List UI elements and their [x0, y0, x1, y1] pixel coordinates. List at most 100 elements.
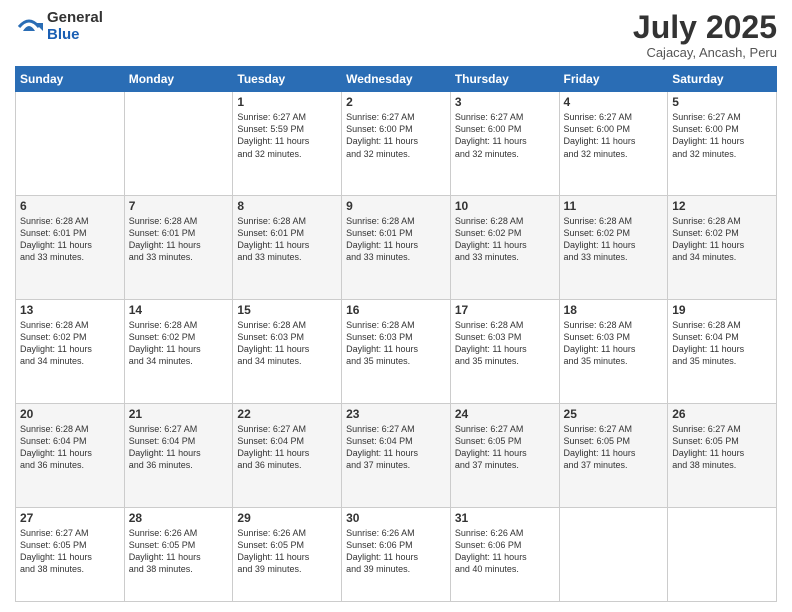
calendar-cell: 29 Sunrise: 6:26 AMSunset: 6:05 PMDayligh… — [233, 507, 342, 601]
cell-details: Sunrise: 6:26 AMSunset: 6:05 PMDaylight:… — [237, 527, 337, 576]
day-number: 10 — [455, 199, 555, 213]
day-number: 14 — [129, 303, 229, 317]
cell-details: Sunrise: 6:26 AMSunset: 6:06 PMDaylight:… — [455, 527, 555, 576]
calendar-cell: 3 Sunrise: 6:27 AMSunset: 6:00 PMDaylight… — [450, 92, 559, 196]
header-row: SundayMondayTuesdayWednesdayThursdayFrid… — [16, 67, 777, 92]
calendar-cell: 23 Sunrise: 6:27 AMSunset: 6:04 PMDayligh… — [342, 403, 451, 507]
calendar-week-row: 27 Sunrise: 6:27 AMSunset: 6:05 PMDayligh… — [16, 507, 777, 601]
cell-details: Sunrise: 6:28 AMSunset: 6:01 PMDaylight:… — [237, 215, 337, 264]
day-number: 5 — [672, 95, 772, 109]
cell-details: Sunrise: 6:27 AMSunset: 6:05 PMDaylight:… — [672, 423, 772, 472]
cell-details: Sunrise: 6:27 AMSunset: 6:04 PMDaylight:… — [129, 423, 229, 472]
calendar-cell — [124, 92, 233, 196]
cell-details: Sunrise: 6:28 AMSunset: 6:01 PMDaylight:… — [346, 215, 446, 264]
day-number: 31 — [455, 511, 555, 525]
cell-details: Sunrise: 6:26 AMSunset: 6:05 PMDaylight:… — [129, 527, 229, 576]
day-of-week-header: Saturday — [668, 67, 777, 92]
calendar-cell: 30Sunrise: 6:26 AMSunset: 6:06 PMDayligh… — [342, 507, 451, 601]
calendar-cell: 4 Sunrise: 6:27 AMSunset: 6:00 PMDaylight… — [559, 92, 668, 196]
cell-details: Sunrise: 6:27 AMSunset: 6:05 PMDaylight:… — [20, 527, 120, 576]
calendar-cell: 22 Sunrise: 6:27 AMSunset: 6:04 PMDayligh… — [233, 403, 342, 507]
calendar-cell: 20 Sunrise: 6:28 AMSunset: 6:04 PMDayligh… — [16, 403, 125, 507]
calendar-cell: 19Sunrise: 6:28 AMSunset: 6:04 PMDayligh… — [668, 299, 777, 403]
day-number: 16 — [346, 303, 446, 317]
cell-details: Sunrise: 6:28 AMSunset: 6:03 PMDaylight:… — [237, 319, 337, 368]
day-of-week-header: Wednesday — [342, 67, 451, 92]
day-number: 22 — [237, 407, 337, 421]
day-of-week-header: Thursday — [450, 67, 559, 92]
day-number: 4 — [564, 95, 664, 109]
logo-icon — [15, 13, 43, 41]
day-number: 15 — [237, 303, 337, 317]
calendar-cell: 25Sunrise: 6:27 AMSunset: 6:05 PMDayligh… — [559, 403, 668, 507]
calendar-cell: 21 Sunrise: 6:27 AMSunset: 6:04 PMDayligh… — [124, 403, 233, 507]
day-number: 3 — [455, 95, 555, 109]
page: General Blue July 2025 Cajacay, Ancash, … — [0, 0, 792, 612]
cell-details: Sunrise: 6:28 AMSunset: 6:02 PMDaylight:… — [129, 319, 229, 368]
cell-details: Sunrise: 6:28 AMSunset: 6:03 PMDaylight:… — [346, 319, 446, 368]
calendar-cell: 26 Sunrise: 6:27 AMSunset: 6:05 PMDayligh… — [668, 403, 777, 507]
cell-details: Sunrise: 6:28 AMSunset: 6:03 PMDaylight:… — [564, 319, 664, 368]
calendar-cell: 7Sunrise: 6:28 AMSunset: 6:01 PMDaylight… — [124, 196, 233, 300]
day-number: 21 — [129, 407, 229, 421]
day-number: 12 — [672, 199, 772, 213]
day-number: 19 — [672, 303, 772, 317]
calendar-cell: 27 Sunrise: 6:27 AMSunset: 6:05 PMDayligh… — [16, 507, 125, 601]
cell-details: Sunrise: 6:28 AMSunset: 6:02 PMDaylight:… — [564, 215, 664, 264]
calendar-cell: 11 Sunrise: 6:28 AMSunset: 6:02 PMDayligh… — [559, 196, 668, 300]
day-number: 25 — [564, 407, 664, 421]
day-number: 24 — [455, 407, 555, 421]
calendar-cell: 13Sunrise: 6:28 AMSunset: 6:02 PMDayligh… — [16, 299, 125, 403]
calendar-cell: 31 Sunrise: 6:26 AMSunset: 6:06 PMDayligh… — [450, 507, 559, 601]
calendar-cell: 17 Sunrise: 6:28 AMSunset: 6:03 PMDayligh… — [450, 299, 559, 403]
day-number: 27 — [20, 511, 120, 525]
cell-details: Sunrise: 6:27 AMSunset: 6:00 PMDaylight:… — [455, 111, 555, 160]
title-block: July 2025 Cajacay, Ancash, Peru — [633, 10, 777, 60]
calendar-cell: 18 Sunrise: 6:28 AMSunset: 6:03 PMDayligh… — [559, 299, 668, 403]
day-number: 17 — [455, 303, 555, 317]
calendar-cell — [559, 507, 668, 601]
calendar-cell: 5 Sunrise: 6:27 AMSunset: 6:00 PMDaylight… — [668, 92, 777, 196]
cell-details: Sunrise: 6:27 AMSunset: 5:59 PMDaylight:… — [237, 111, 337, 160]
day-number: 29 — [237, 511, 337, 525]
day-number: 26 — [672, 407, 772, 421]
cell-details: Sunrise: 6:28 AMSunset: 6:03 PMDaylight:… — [455, 319, 555, 368]
day-number: 18 — [564, 303, 664, 317]
day-number: 1 — [237, 95, 337, 109]
day-of-week-header: Friday — [559, 67, 668, 92]
title-location: Cajacay, Ancash, Peru — [633, 45, 777, 60]
calendar-cell: 15 Sunrise: 6:28 AMSunset: 6:03 PMDayligh… — [233, 299, 342, 403]
cell-details: Sunrise: 6:28 AMSunset: 6:04 PMDaylight:… — [20, 423, 120, 472]
logo-general: General — [47, 10, 103, 27]
cell-details: Sunrise: 6:27 AMSunset: 6:04 PMDaylight:… — [346, 423, 446, 472]
day-number: 13 — [20, 303, 120, 317]
calendar-cell: 1 Sunrise: 6:27 AMSunset: 5:59 PMDaylight… — [233, 92, 342, 196]
cell-details: Sunrise: 6:28 AMSunset: 6:01 PMDaylight:… — [20, 215, 120, 264]
day-of-week-header: Sunday — [16, 67, 125, 92]
logo-text: General Blue — [47, 10, 103, 43]
day-number: 11 — [564, 199, 664, 213]
day-number: 7 — [129, 199, 229, 213]
calendar-week-row: 6 Sunrise: 6:28 AMSunset: 6:01 PMDaylight… — [16, 196, 777, 300]
cell-details: Sunrise: 6:28 AMSunset: 6:02 PMDaylight:… — [455, 215, 555, 264]
cell-details: Sunrise: 6:27 AMSunset: 6:00 PMDaylight:… — [672, 111, 772, 160]
day-number: 23 — [346, 407, 446, 421]
day-number: 20 — [20, 407, 120, 421]
day-number: 6 — [20, 199, 120, 213]
cell-details: Sunrise: 6:27 AMSunset: 6:04 PMDaylight:… — [237, 423, 337, 472]
calendar-cell: 9Sunrise: 6:28 AMSunset: 6:01 PMDaylight… — [342, 196, 451, 300]
calendar-cell: 16 Sunrise: 6:28 AMSunset: 6:03 PMDayligh… — [342, 299, 451, 403]
calendar-week-row: 13 Sunrise: 6:28 AMSunset: 6:02 PMDayligh… — [16, 299, 777, 403]
day-of-week-header: Tuesday — [233, 67, 342, 92]
cell-details: Sunrise: 6:27 AMSunset: 6:00 PMDaylight:… — [346, 111, 446, 160]
calendar-week-row: 1 Sunrise: 6:27 AMSunset: 5:59 PMDaylight… — [16, 92, 777, 196]
calendar-cell: 12 Sunrise: 6:28 AMSunset: 6:02 PMDayligh… — [668, 196, 777, 300]
calendar-cell: 8Sunrise: 6:28 AMSunset: 6:01 PMDaylight… — [233, 196, 342, 300]
calendar-cell — [668, 507, 777, 601]
cell-details: Sunrise: 6:28 AMSunset: 6:02 PMDaylight:… — [672, 215, 772, 264]
calendar-cell: 14 Sunrise: 6:28 AMSunset: 6:02 PMDayligh… — [124, 299, 233, 403]
calendar-cell: 6 Sunrise: 6:28 AMSunset: 6:01 PMDaylight… — [16, 196, 125, 300]
day-number: 28 — [129, 511, 229, 525]
cell-details: Sunrise: 6:27 AMSunset: 6:00 PMDaylight:… — [564, 111, 664, 160]
logo-blue: Blue — [47, 27, 103, 44]
